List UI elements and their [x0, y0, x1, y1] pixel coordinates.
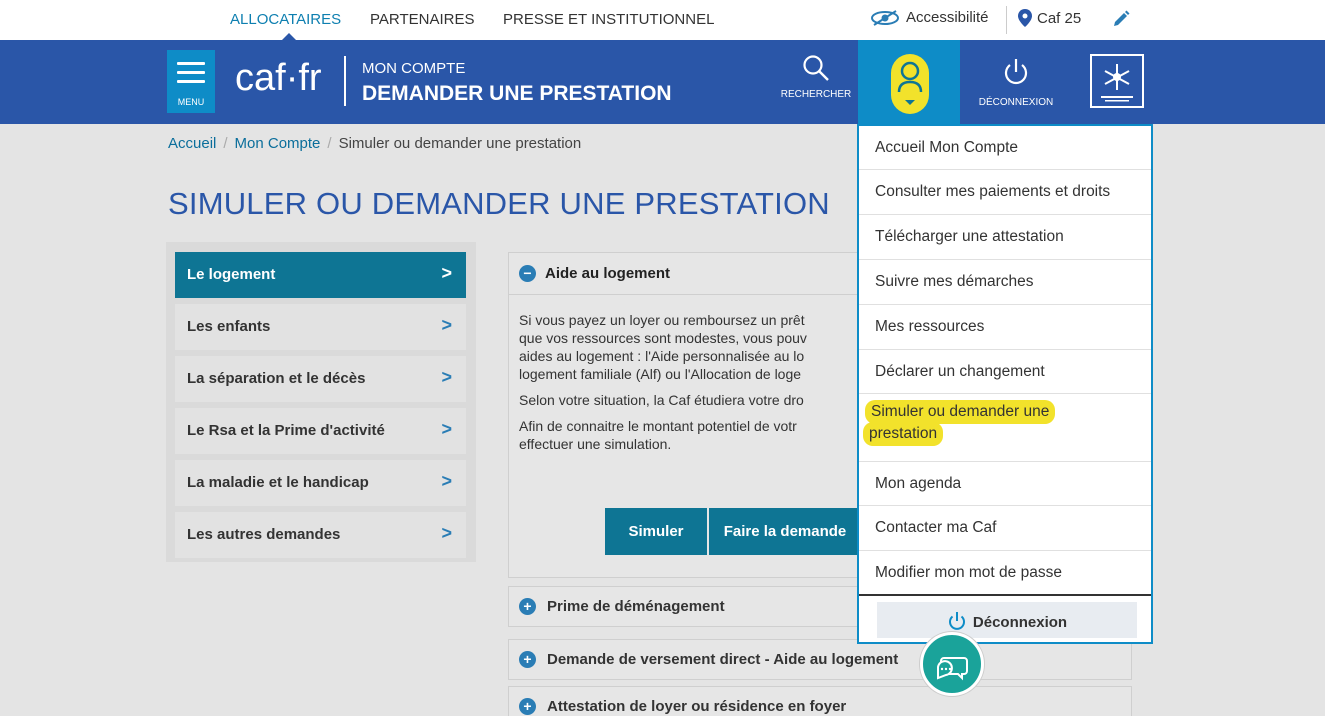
chat-bubbles-icon: [937, 657, 968, 681]
sidebar-item-enfants[interactable]: Les enfants >: [175, 304, 466, 350]
collapse-minus-icon: −: [519, 265, 536, 282]
menu-item-attestation[interactable]: Télécharger une attestation: [859, 215, 1151, 260]
account-dropdown-menu: Accueil Mon Compte Consulter mes paiemen…: [857, 124, 1153, 644]
hamburger-icon: [177, 62, 205, 89]
search-icon: [803, 55, 829, 81]
dropdown-logout-label: Déconnexion: [972, 614, 1068, 631]
sidebar-item-label: Le logement: [187, 266, 276, 283]
header-divider: [344, 56, 346, 106]
menu-button[interactable]: MENU: [167, 50, 215, 113]
accordion-header-aide-logement[interactable]: − Aide au logement: [509, 253, 861, 295]
accordion-title: Demande de versement direct - Aide au lo…: [547, 651, 899, 668]
accessibility-label: Accessibilité: [906, 9, 989, 26]
accordion-title: Aide au logement: [545, 265, 671, 282]
expand-plus-icon: +: [519, 698, 536, 715]
header-logout-button[interactable]: DÉCONNEXION: [960, 40, 1072, 124]
aide-logement-panel: − Aide au logement Si vous payez un loye…: [508, 252, 861, 578]
content-text: Selon votre situation, la Caf étudiera v…: [519, 392, 804, 408]
breadcrumb-home[interactable]: Accueil: [168, 135, 216, 152]
menu-label: MENU: [177, 97, 205, 107]
active-nav-caret: [282, 33, 296, 40]
sidebar-item-label: Les autres demandes: [187, 526, 341, 543]
site-header: MENU caf·fr MON COMPTE DEMANDER UNE PRES…: [0, 40, 1325, 124]
dropdown-logout-button[interactable]: Déconnexion: [877, 602, 1137, 638]
page-title: SIMULER OU DEMANDER UNE PRESTATION: [168, 186, 830, 221]
content-text: Afin de connaitre le montant potentiel d…: [519, 418, 797, 434]
sidebar-item-label: La séparation et le décès: [187, 370, 366, 387]
chevron-right-icon: >: [441, 367, 452, 387]
sidebar-item-label: Le Rsa et la Prime d'activité: [187, 422, 385, 439]
snowflake-logo-icon: [1101, 64, 1133, 102]
power-icon: [948, 612, 965, 630]
category-sidebar: Le logement > Les enfants > La séparation …: [166, 242, 476, 562]
menu-item-contacter[interactable]: Contacter ma Caf: [859, 506, 1151, 551]
menu-item-changement[interactable]: Déclarer un changement: [859, 350, 1151, 394]
menu-item-simuler-demander[interactable]: Simuler ou demander une prestation: [859, 394, 1151, 462]
sidebar-item-maladie[interactable]: La maladie et le handicap >: [175, 460, 466, 506]
accordion-versement-direct[interactable]: + Demande de versement direct - Aide au …: [508, 639, 1132, 680]
caf-fr-logo[interactable]: caf·fr: [235, 57, 322, 100]
chevron-right-icon: >: [441, 315, 452, 335]
breadcrumb-current: Simuler ou demander une prestation: [338, 135, 582, 152]
accessibility-icon: [871, 9, 899, 26]
menu-item-paiements[interactable]: Consulter mes paiements et droits: [859, 170, 1151, 215]
menu-item-accueil[interactable]: Accueil Mon Compte: [859, 126, 1151, 170]
breadcrumb-separator: /: [223, 135, 228, 152]
expand-plus-icon: +: [519, 598, 536, 615]
header-logout-label: DÉCONNEXION: [978, 97, 1054, 108]
user-avatar-pill: [891, 54, 929, 114]
content-text: logement familiale (Alf) ou l'Allocation…: [519, 366, 802, 382]
caf-institution-logo[interactable]: [1090, 54, 1144, 108]
menu-item-mot-de-passe[interactable]: Modifier mon mot de passe: [859, 551, 1151, 596]
header-title: DEMANDER UNE PRESTATION: [362, 82, 672, 105]
accordion-title: Prime de déménagement: [547, 598, 725, 615]
highlighted-text: Simuler ou demander une: [865, 400, 1056, 424]
menu-item-ressources[interactable]: Mes ressources: [859, 305, 1151, 350]
menu-item-demarches[interactable]: Suivre mes démarches: [859, 260, 1151, 305]
highlighted-text: prestation: [863, 422, 944, 446]
nav-allocataires[interactable]: ALLOCATAIRES: [230, 11, 341, 28]
sidebar-item-label: Les enfants: [187, 318, 271, 335]
sidebar-item-separation[interactable]: La séparation et le décès >: [175, 356, 466, 402]
menu-item-agenda[interactable]: Mon agenda: [859, 462, 1151, 506]
accordion-title: Attestation de loyer ou résidence en foy…: [547, 698, 847, 715]
breadcrumb-account[interactable]: Mon Compte: [235, 135, 321, 152]
top-navigation: ALLOCATAIRES PARTENAIRES PRESSE ET INSTI…: [0, 0, 1325, 40]
location-pin-icon: [1018, 9, 1032, 27]
breadcrumb: Accueil / Mon Compte / Simuler ou demander u…: [168, 135, 581, 152]
nav-divider: [1006, 6, 1007, 34]
power-icon: [1004, 59, 1028, 85]
chevron-right-icon: >: [441, 263, 452, 283]
accessibility-link[interactable]: Accessibilité: [870, 9, 989, 26]
simulate-button[interactable]: Simuler: [605, 508, 707, 555]
chat-button[interactable]: [920, 632, 984, 696]
expand-plus-icon: +: [519, 651, 536, 668]
content-text: que vos ressources sont modestes, vous p…: [519, 330, 807, 346]
search-label: RECHERCHER: [780, 89, 852, 100]
sidebar-item-label: La maladie et le handicap: [187, 474, 369, 491]
nav-partenaires[interactable]: PARTENAIRES: [370, 11, 474, 28]
caf-location-link[interactable]: Caf 25: [1018, 9, 1081, 27]
apply-button[interactable]: Faire la demande: [709, 508, 861, 555]
chevron-right-icon: >: [441, 523, 452, 543]
sidebar-item-autres[interactable]: Les autres demandes >: [175, 512, 466, 558]
sidebar-item-logement[interactable]: Le logement >: [175, 252, 466, 298]
edit-pencil-icon[interactable]: [1112, 10, 1130, 28]
header-subtitle: MON COMPTE: [362, 60, 466, 77]
user-account-button[interactable]: [858, 40, 960, 124]
sidebar-item-rsa[interactable]: Le Rsa et la Prime d'activité >: [175, 408, 466, 454]
breadcrumb-separator: /: [327, 135, 332, 152]
content-text: effectuer une simulation.: [519, 436, 672, 452]
chevron-right-icon: >: [441, 419, 452, 439]
chevron-right-icon: >: [441, 471, 452, 491]
search-button[interactable]: RECHERCHER: [776, 54, 856, 100]
accordion-attestation-loyer[interactable]: + Attestation de loyer ou résidence en f…: [508, 686, 1132, 716]
user-icon: [897, 61, 923, 105]
content-text: Si vous payez un loyer ou remboursez un …: [519, 312, 805, 328]
content-text: aides au logement : l'Aide personnalisée…: [519, 348, 805, 364]
nav-presse[interactable]: PRESSE ET INSTITUTIONNEL: [503, 11, 714, 28]
caf-location-label: Caf 25: [1037, 9, 1082, 27]
